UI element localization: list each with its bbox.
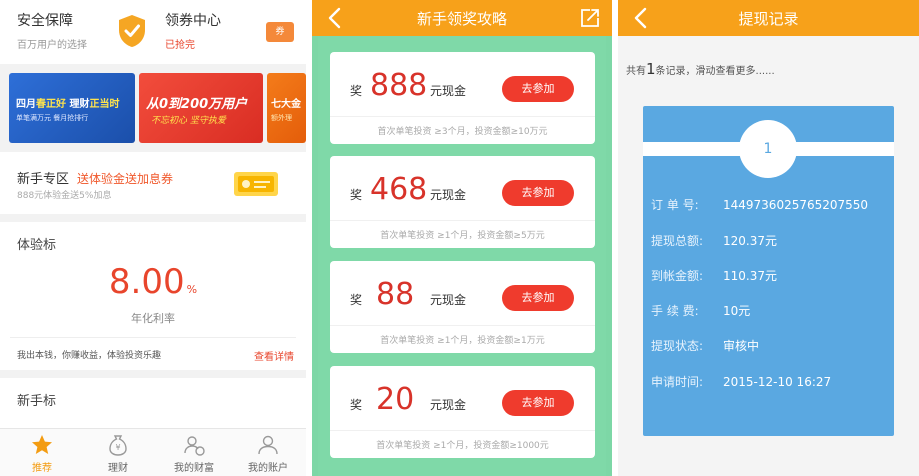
tab-account[interactable]: 我的账户 xyxy=(230,429,306,476)
reward-amount: 468 xyxy=(370,172,428,207)
banner-april-sub: 单笔满万元 餐月抢排行 xyxy=(16,114,89,122)
reward-unit: 元现金 xyxy=(430,188,467,202)
newbie-zone-sub: 888元体验金送5%加息 xyxy=(17,191,112,201)
reward-unit: 元现金 xyxy=(430,84,467,98)
svg-text:¥: ¥ xyxy=(115,443,120,452)
join-button[interactable]: 去参加 xyxy=(502,390,574,416)
promo-banners: 四月春正好 理财正当时 单笔满万元 餐月抢排行 从0到200万用户 不忘初心 坚… xyxy=(0,70,306,146)
view-details-link[interactable]: 查看详情 xyxy=(254,348,294,363)
tab-label: 我的账户 xyxy=(248,463,288,474)
divider xyxy=(10,337,296,338)
newbie-zone-highlight: 送体验金送加息券 xyxy=(77,172,174,186)
withdraw-total-row: 提现总额: 120.37元 xyxy=(651,234,777,248)
newbie-guide-screen: 新手领奖攻略 奖 888 元现金 去参加 首次单笔投资 ≥3个月，投资金额≥10… xyxy=(312,0,612,476)
safety-title: 安全保障 xyxy=(17,13,73,29)
reward-card: 奖 468 元现金 去参加 首次单笔投资 ≥1个月，投资金额≥5万元 xyxy=(330,156,595,248)
record-count-note: 共有1条记录，滑动查看更多...... xyxy=(626,60,775,78)
experience-rate-label: 年化利率 xyxy=(131,312,175,325)
record-count: 1 xyxy=(646,60,656,78)
order-number-row: 订 单 号: 1449736025765207550 xyxy=(651,198,869,212)
reward-condition: 首次单笔投资 ≥1个月，投资金额≥1000元 xyxy=(376,441,549,451)
coupon-center-status: 已抢完 xyxy=(165,40,195,51)
bottom-tab-bar: 推荐 ¥ 理财 我的财富 我的账户 xyxy=(0,428,306,476)
reward-condition: 首次单笔投资 ≥1个月，投资金额≥5万元 xyxy=(380,231,545,241)
coupon-center-entry[interactable]: 领券中心 已抢完 xyxy=(165,10,221,51)
safety-sub: 百万用户的选择 xyxy=(17,40,87,51)
experience-product-card[interactable]: 体验标 8.00% 年化利率 我出本钱，你赚收益，体验投资乐趣 查看详情 xyxy=(0,222,306,370)
newbie-product-title: 新手标 xyxy=(17,394,57,409)
reward-amount: 20 xyxy=(376,382,415,417)
reward-card: 奖 20 元现金 去参加 首次单笔投资 ≥1个月，投资金额≥1000元 xyxy=(330,366,595,458)
divider xyxy=(330,220,595,221)
user-icon xyxy=(258,435,278,455)
experience-title: 体验标 xyxy=(17,238,57,253)
money-bag-icon: ¥ xyxy=(109,435,127,456)
reward-prefix: 奖 xyxy=(350,293,363,307)
banner-users[interactable]: 从0到200万用户 不忘初心 坚守执爱 xyxy=(139,73,263,143)
tab-wealth[interactable]: 我的财富 xyxy=(156,429,232,476)
banner-third[interactable]: 七大金 额外理 xyxy=(267,73,306,143)
wealth-icon xyxy=(184,436,205,456)
tab-label: 推荐 xyxy=(32,463,52,474)
banner-users-title: 从0到200万用户 xyxy=(146,97,248,112)
reward-condition: 首次单笔投资 ≥3个月，投资金额≥10万元 xyxy=(377,127,548,137)
coupon-center-title: 领券中心 xyxy=(165,13,221,29)
star-icon xyxy=(32,435,52,454)
newbie-product-card[interactable]: 新手标 xyxy=(0,378,306,428)
banner-third-title: 七大金 xyxy=(271,99,301,110)
divider xyxy=(330,430,595,431)
page-title: 新手领奖攻略 xyxy=(416,10,507,28)
share-icon[interactable] xyxy=(578,6,602,30)
tab-label: 理财 xyxy=(108,463,128,474)
reward-prefix: 奖 xyxy=(350,84,363,98)
reward-card: 奖 888 元现金 去参加 首次单笔投资 ≥3个月，投资金额≥10万元 xyxy=(330,52,595,144)
reward-condition: 首次单笔投资 ≥1个月，投资金额≥1万元 xyxy=(380,336,545,346)
banner-april[interactable]: 四月春正好 理财正当时 单笔满万元 餐月抢排行 xyxy=(9,73,135,143)
withdraw-record-screen: 提现记录 共有1条记录，滑动查看更多...... 1 订 单 号: 1449736… xyxy=(618,0,919,476)
record-index-badge: 1 xyxy=(739,120,797,178)
newbie-zone-card[interactable]: 新手专区 送体验金送加息券 888元体验金送5%加息 xyxy=(0,152,306,214)
reward-list: 奖 888 元现金 去参加 首次单笔投资 ≥3个月，投资金额≥10万元 奖 46… xyxy=(318,36,606,476)
fee-row: 手 续 费: 10元 xyxy=(651,304,751,318)
join-button[interactable]: 去参加 xyxy=(502,76,574,102)
tab-finance[interactable]: ¥ 理财 xyxy=(80,429,156,476)
divider xyxy=(330,325,595,326)
received-amount-row: 到帐金额: 110.37元 xyxy=(651,269,777,283)
experience-footer: 我出本钱，你赚收益，体验投资乐趣 xyxy=(17,351,162,361)
tab-label: 我的财富 xyxy=(174,463,214,474)
reward-amount: 88 xyxy=(376,277,415,312)
apply-time-row: 申请时间: 2015-12-10 16:27 xyxy=(651,375,832,389)
newbie-zone-title: 新手专区 送体验金送加息券 xyxy=(17,172,174,187)
banner-april-title: 四月春正好 理财正当时 xyxy=(16,99,120,110)
divider xyxy=(330,116,595,117)
coupon-icon: 券 xyxy=(266,22,294,42)
reward-prefix: 奖 xyxy=(350,398,363,412)
header: 新手领奖攻略 xyxy=(312,0,612,36)
safety-entry[interactable]: 安全保障 百万用户的选择 xyxy=(17,10,87,51)
home-screen: 安全保障 百万用户的选择 领券中心 已抢完 券 四月春正好 理财正当时 单笔满万… xyxy=(0,0,306,476)
shield-icon xyxy=(119,15,145,47)
withdraw-record-card[interactable]: 1 订 单 号: 1449736025765207550 提现总额: 120.37元… xyxy=(643,106,894,436)
reward-unit: 元现金 xyxy=(430,293,467,307)
tab-recommend[interactable]: 推荐 xyxy=(4,429,80,476)
reward-prefix: 奖 xyxy=(350,188,363,202)
reward-amount: 888 xyxy=(370,68,428,103)
experience-rate: 8.00% xyxy=(108,262,198,302)
banner-users-sub: 不忘初心 坚守执爱 xyxy=(151,116,226,126)
reward-unit: 元现金 xyxy=(430,398,467,412)
banner-third-sub: 额外理 xyxy=(271,114,292,122)
join-button[interactable]: 去参加 xyxy=(502,285,574,311)
status-row: 提现状态: 审核中 xyxy=(651,339,760,353)
header: 提现记录 xyxy=(618,0,919,36)
page-title: 提现记录 xyxy=(738,10,799,28)
coupon-ticket-icon xyxy=(234,172,278,196)
top-entries: 安全保障 百万用户的选择 领券中心 已抢完 券 xyxy=(0,0,306,64)
join-button[interactable]: 去参加 xyxy=(502,180,574,206)
reward-card: 奖 88 元现金 去参加 首次单笔投资 ≥1个月，投资金额≥1万元 xyxy=(330,261,595,353)
